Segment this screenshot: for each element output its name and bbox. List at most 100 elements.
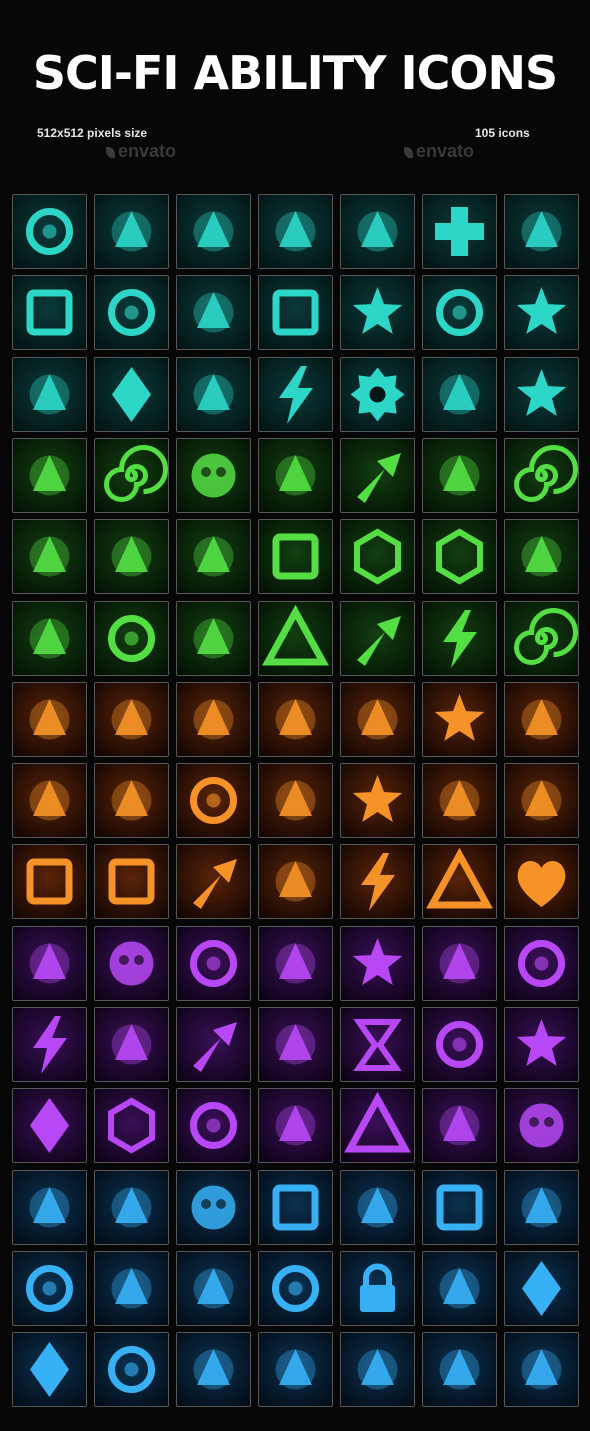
cell-membrane-icon [340, 519, 415, 594]
power-card-icon [258, 275, 333, 350]
ice-block-icon [258, 1170, 333, 1245]
explosion-icon [340, 763, 415, 838]
fire-rain-icon [422, 763, 497, 838]
gear-icon [340, 357, 415, 432]
radar-target-icon [422, 275, 497, 350]
ice-streak-icon [422, 1251, 497, 1326]
stone-icon [504, 1251, 579, 1326]
wrench-icon [422, 357, 497, 432]
lightning-strike-icon [258, 357, 333, 432]
laser-gun-icon [258, 682, 333, 757]
flask-icon [176, 519, 251, 594]
medical-cross-icon [422, 194, 497, 269]
padlock-icon [340, 1251, 415, 1326]
circuit-icon [12, 1170, 87, 1245]
reactor-core-icon [94, 601, 169, 676]
star-icon [504, 275, 579, 350]
target-lens-icon [94, 275, 169, 350]
tentacle-icon [258, 926, 333, 1001]
ice-comet-icon [176, 1332, 251, 1407]
winged-crystal-icon [94, 357, 169, 432]
armored-fist-icon [340, 194, 415, 269]
syringe-icon [94, 519, 169, 594]
swirl-icon [504, 438, 579, 513]
segmented-ring-icon [12, 194, 87, 269]
crystal-shard-icon [12, 1088, 87, 1163]
battle-flag-icon [176, 357, 251, 432]
dark-egg-icon [504, 1170, 579, 1245]
target-arrow-icon [12, 1251, 87, 1326]
robot-arm-icon [12, 601, 87, 676]
bullets-icon [422, 1332, 497, 1407]
triangle-rune-icon [340, 1088, 415, 1163]
eyeball-icon [422, 1007, 497, 1082]
energy-capsule-icon [176, 194, 251, 269]
dark-orb-icon [176, 1088, 251, 1163]
hex-shield-icon [94, 1088, 169, 1163]
vortex-icon [94, 438, 169, 513]
winged-emblem-icon [258, 194, 333, 269]
plasma-hammer-icon [12, 357, 87, 432]
supply-crate-icon [12, 275, 87, 350]
heart-shield-icon [258, 1251, 333, 1326]
acid-splash-icon [176, 601, 251, 676]
green-fire-icon [176, 275, 251, 350]
crosshair-icon [176, 763, 251, 838]
rock-armor-icon [94, 1170, 169, 1245]
blaster-icon [258, 844, 333, 919]
fire-icon [504, 763, 579, 838]
monster-mouth-icon [504, 194, 579, 269]
cube-frame-icon [422, 1170, 497, 1245]
chevrons-icon [176, 1007, 251, 1082]
flamethrower-icon [12, 682, 87, 757]
armor-plate-icon [94, 844, 169, 919]
hologram-soldier-icon [340, 1170, 415, 1245]
nuclear-explosion-icon [422, 682, 497, 757]
ice-shards-icon [340, 1332, 415, 1407]
circuit-map-icon [12, 438, 87, 513]
red-eye-icon [258, 763, 333, 838]
energy-comet-icon [94, 194, 169, 269]
skull-icon [176, 438, 251, 513]
hourglass-icon [340, 1007, 415, 1082]
black-hole-icon [176, 926, 251, 1001]
diamond-frame-icon [12, 1332, 87, 1407]
radiation-icon [422, 438, 497, 513]
growth-chart-icon [340, 601, 415, 676]
cracked-orb-icon [94, 1007, 169, 1082]
claw-icon [504, 519, 579, 594]
dog-tags-icon [258, 1332, 333, 1407]
fire-cannon-icon [12, 763, 87, 838]
meteor-impact-icon [94, 682, 169, 757]
bullet-icon [340, 682, 415, 757]
heart-icon [504, 844, 579, 919]
grenade-icon [504, 1332, 579, 1407]
crystal-star-emblem-icon [340, 275, 415, 350]
mech-face-icon [94, 763, 169, 838]
spark-icon [340, 926, 415, 1001]
energy-web-icon [12, 1007, 87, 1082]
missiles-icon [176, 682, 251, 757]
lightning-bolt-icon [340, 844, 415, 919]
robot-eye-icon [94, 1332, 169, 1407]
icon-grid [0, 0, 590, 1431]
laser-beam-icon [422, 926, 497, 1001]
energy-blade-icon [12, 519, 87, 594]
eye-icon [504, 926, 579, 1001]
toxic-lightning-icon [422, 601, 497, 676]
square-frame-icon [258, 519, 333, 594]
rocket-engine-icon [258, 1007, 333, 1082]
triangle-spiral-icon [258, 601, 333, 676]
armored-bus-icon [94, 1251, 169, 1326]
rank-insignia-icon [176, 844, 251, 919]
spiral-emblem-icon [504, 601, 579, 676]
plasma-blast-icon [258, 438, 333, 513]
comet-icon [422, 1088, 497, 1163]
power-cell-icon [176, 1251, 251, 1326]
light-burst-icon [504, 1007, 579, 1082]
snowflake-icon [504, 357, 579, 432]
planet-icon [94, 926, 169, 1001]
warning-sign-icon [422, 844, 497, 919]
alien-eye-icon [12, 926, 87, 1001]
planet-shield-icon [176, 1170, 251, 1245]
